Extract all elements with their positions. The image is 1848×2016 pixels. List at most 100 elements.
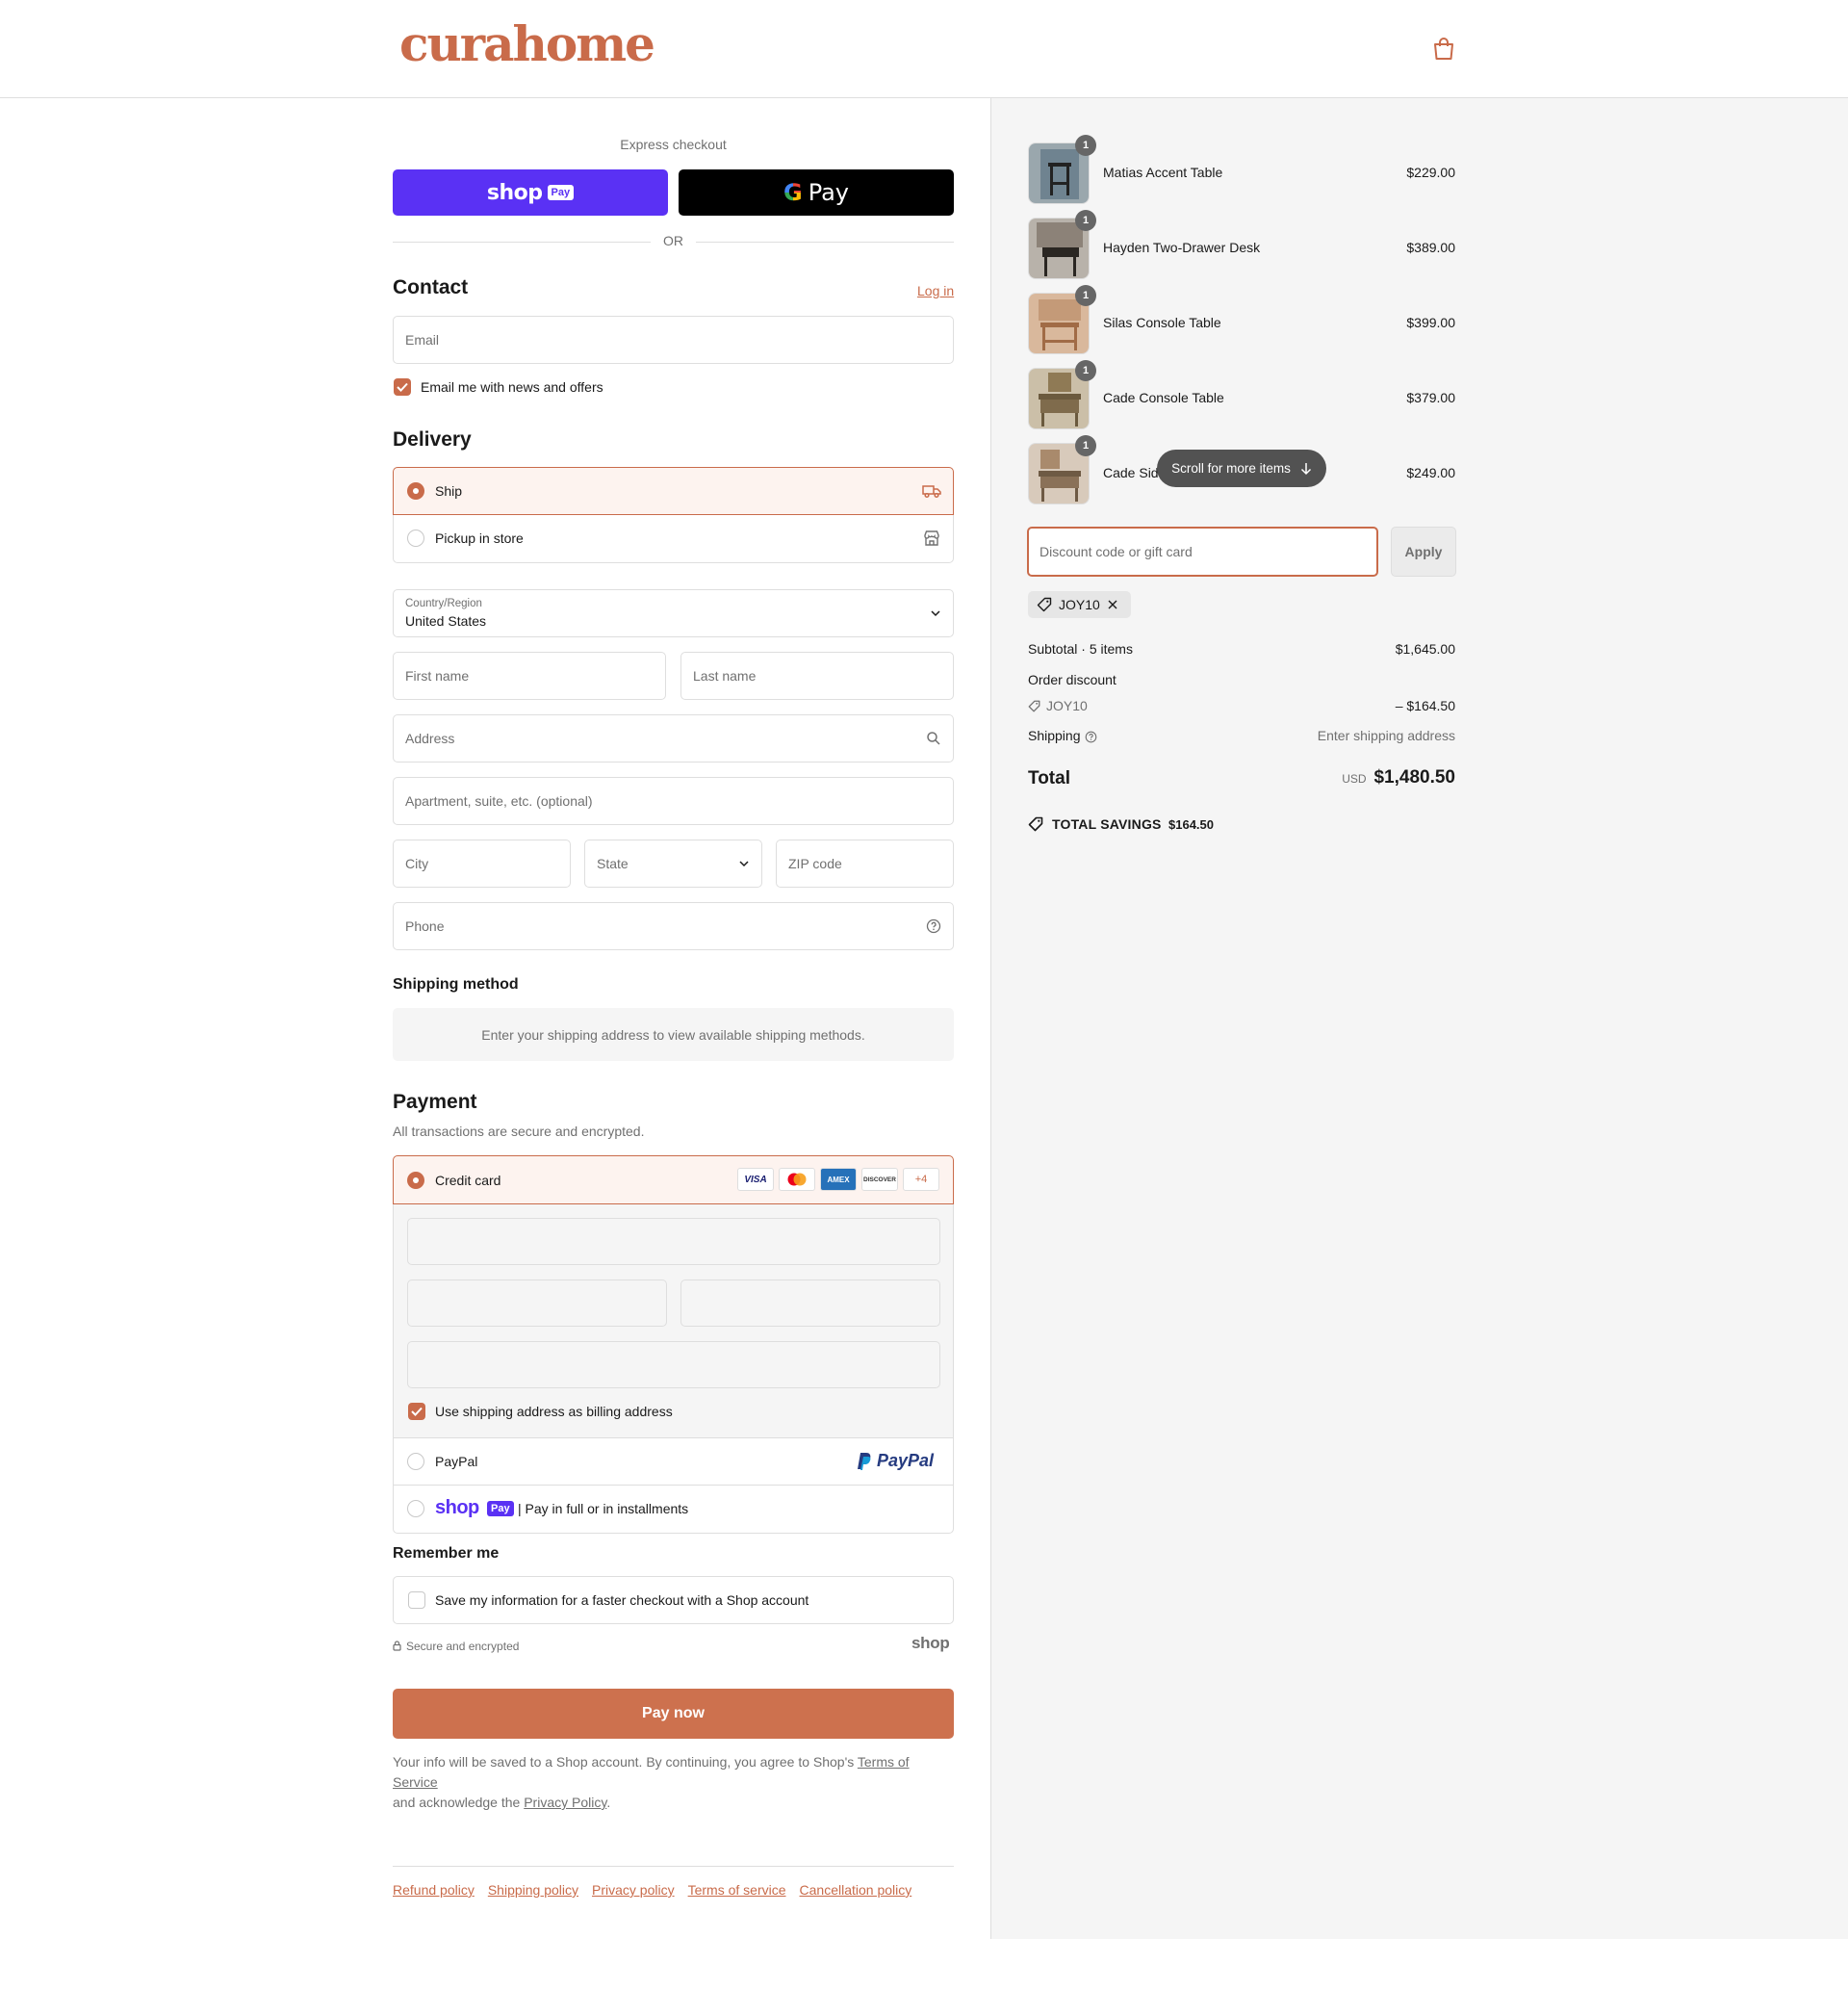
notice-text-2: and acknowledge the xyxy=(393,1795,525,1810)
apply-discount-button[interactable]: Apply xyxy=(1391,527,1456,577)
google-g-icon: G xyxy=(783,179,803,206)
login-link[interactable]: Log in xyxy=(917,283,954,298)
pickup-radio[interactable] xyxy=(407,530,424,547)
discount-value: – $164.50 xyxy=(1395,698,1455,713)
shop-pay-radio[interactable] xyxy=(407,1500,424,1517)
discount-code-label: JOY10 xyxy=(1046,698,1088,713)
lock-icon xyxy=(393,1641,401,1651)
pay-now-button[interactable]: Pay now xyxy=(393,1689,954,1739)
help-circle-icon[interactable] xyxy=(1085,731,1097,743)
item-name: Cade Console Table xyxy=(1103,390,1224,405)
currency-code: USD xyxy=(1342,772,1367,786)
visa-icon: VISA xyxy=(737,1168,774,1191)
shop-pay-chip: Pay xyxy=(487,1501,514,1516)
check-icon xyxy=(411,1407,423,1416)
chevron-down-icon xyxy=(739,861,749,867)
contact-heading: Contact xyxy=(393,276,469,298)
refund-policy-link[interactable]: Refund policy xyxy=(393,1882,475,1898)
tag-icon xyxy=(1028,700,1040,712)
email-field[interactable]: Email xyxy=(393,316,954,364)
news-checkbox[interactable] xyxy=(394,378,411,396)
remember-me-box: Save my information for a faster checkou… xyxy=(393,1576,954,1624)
zip-field[interactable]: ZIP code xyxy=(776,840,954,888)
shop-pay-button[interactable]: shop Pay xyxy=(393,169,668,216)
item-name: Cade Sid xyxy=(1103,465,1159,480)
paypal-icon xyxy=(858,1453,871,1470)
quantity-badge: 1 xyxy=(1075,285,1096,306)
shipping-policy-link[interactable]: Shipping policy xyxy=(488,1882,578,1898)
privacy-policy-link[interactable]: Privacy Policy xyxy=(524,1795,606,1810)
save-info-checkbox[interactable] xyxy=(408,1591,425,1609)
payment-option-paypal[interactable]: PayPal PayPal xyxy=(393,1437,954,1486)
address-field[interactable]: Address xyxy=(393,714,954,762)
shipping-method-message: Enter your shipping address to view avai… xyxy=(393,1008,954,1061)
card-number-field[interactable] xyxy=(407,1218,940,1265)
order-discount-label: Order discount xyxy=(1028,672,1116,687)
ship-radio[interactable] xyxy=(407,482,424,500)
email-placeholder: Email xyxy=(405,332,440,348)
last-name-placeholder: Last name xyxy=(693,668,757,684)
card-cvv-field[interactable] xyxy=(680,1279,940,1327)
item-name: Hayden Two-Drawer Desk xyxy=(1103,240,1261,255)
country-select[interactable]: Country/Region United States xyxy=(393,589,954,637)
scroll-for-more-button[interactable]: Scroll for more items xyxy=(1157,450,1326,487)
footer-policy-links: Refund policy Shipping policy Privacy po… xyxy=(393,1882,911,1898)
phone-field[interactable]: Phone xyxy=(393,902,954,950)
item-name: Silas Console Table xyxy=(1103,315,1221,330)
delivery-option-pickup[interactable]: Pickup in store xyxy=(393,515,954,563)
google-pay-button[interactable]: G Pay xyxy=(679,169,954,216)
terms-of-service-footer-link[interactable]: Terms of service xyxy=(688,1882,786,1898)
cancellation-policy-link[interactable]: Cancellation policy xyxy=(800,1882,912,1898)
billing-label: Use shipping address as billing address xyxy=(435,1404,673,1419)
close-icon[interactable] xyxy=(1107,599,1118,610)
first-name-field[interactable]: First name xyxy=(393,652,666,700)
total-savings-value: $164.50 xyxy=(1168,817,1214,832)
total-amount: USD $1,480.50 xyxy=(1251,767,1455,788)
quantity-badge: 1 xyxy=(1075,360,1096,381)
paypal-wordmark: PayPal xyxy=(877,1451,935,1470)
payment-option-shop-pay[interactable]: shop Pay | Pay in full or in installment… xyxy=(393,1486,954,1534)
delivery-heading: Delivery xyxy=(393,428,472,451)
check-icon xyxy=(397,382,408,392)
card-expiry-field[interactable] xyxy=(407,1279,667,1327)
zip-placeholder: ZIP code xyxy=(788,856,842,871)
item-price: $229.00 xyxy=(1406,165,1455,180)
applied-code-label: JOY10 xyxy=(1059,597,1100,612)
item-price: $389.00 xyxy=(1406,240,1455,255)
delivery-option-ship[interactable]: Ship xyxy=(393,467,954,515)
item-price: $379.00 xyxy=(1406,390,1455,405)
paypal-radio[interactable] xyxy=(407,1453,424,1470)
or-divider: OR xyxy=(393,233,954,250)
arrow-down-icon xyxy=(1300,462,1311,475)
shop-pay-installments-label: | Pay in full or in installments xyxy=(518,1501,689,1516)
privacy-policy-footer-link[interactable]: Privacy policy xyxy=(592,1882,675,1898)
tag-icon xyxy=(1028,816,1043,832)
footer-divider xyxy=(393,1866,954,1867)
scroll-hint-label: Scroll for more items xyxy=(1171,461,1291,476)
total-value: $1,480.50 xyxy=(1373,767,1455,788)
card-name-field[interactable] xyxy=(407,1341,940,1388)
address-placeholder: Address xyxy=(405,731,455,746)
bag-icon[interactable] xyxy=(1432,37,1455,62)
chevron-down-icon xyxy=(931,610,940,617)
city-field[interactable]: City xyxy=(393,840,571,888)
last-name-field[interactable]: Last name xyxy=(680,652,954,700)
discount-code-field[interactable]: Discount code or gift card xyxy=(1027,527,1378,577)
apartment-field[interactable]: Apartment, suite, etc. (optional) xyxy=(393,777,954,825)
help-circle-icon[interactable] xyxy=(926,918,941,934)
shipping-method-heading: Shipping method xyxy=(393,976,519,993)
billing-checkbox[interactable] xyxy=(408,1403,425,1420)
shipping-value: Enter shipping address xyxy=(1317,728,1455,743)
notice-text-1: Your info will be saved to a Shop accoun… xyxy=(393,1754,858,1770)
subtotal-value: $1,645.00 xyxy=(1395,641,1455,657)
total-savings-label: TOTAL SAVINGS xyxy=(1052,816,1162,832)
store-logo[interactable]: curahome xyxy=(399,15,655,72)
state-select[interactable]: State xyxy=(584,840,762,888)
quantity-badge: 1 xyxy=(1075,135,1096,156)
shop-brand-mark: shop xyxy=(911,1634,950,1652)
applied-discount-chip: JOY10 xyxy=(1028,591,1131,618)
credit-card-radio[interactable] xyxy=(407,1172,424,1189)
store-icon xyxy=(924,530,939,546)
payment-subtitle: All transactions are secure and encrypte… xyxy=(393,1124,645,1139)
credit-card-label: Credit card xyxy=(435,1173,501,1188)
